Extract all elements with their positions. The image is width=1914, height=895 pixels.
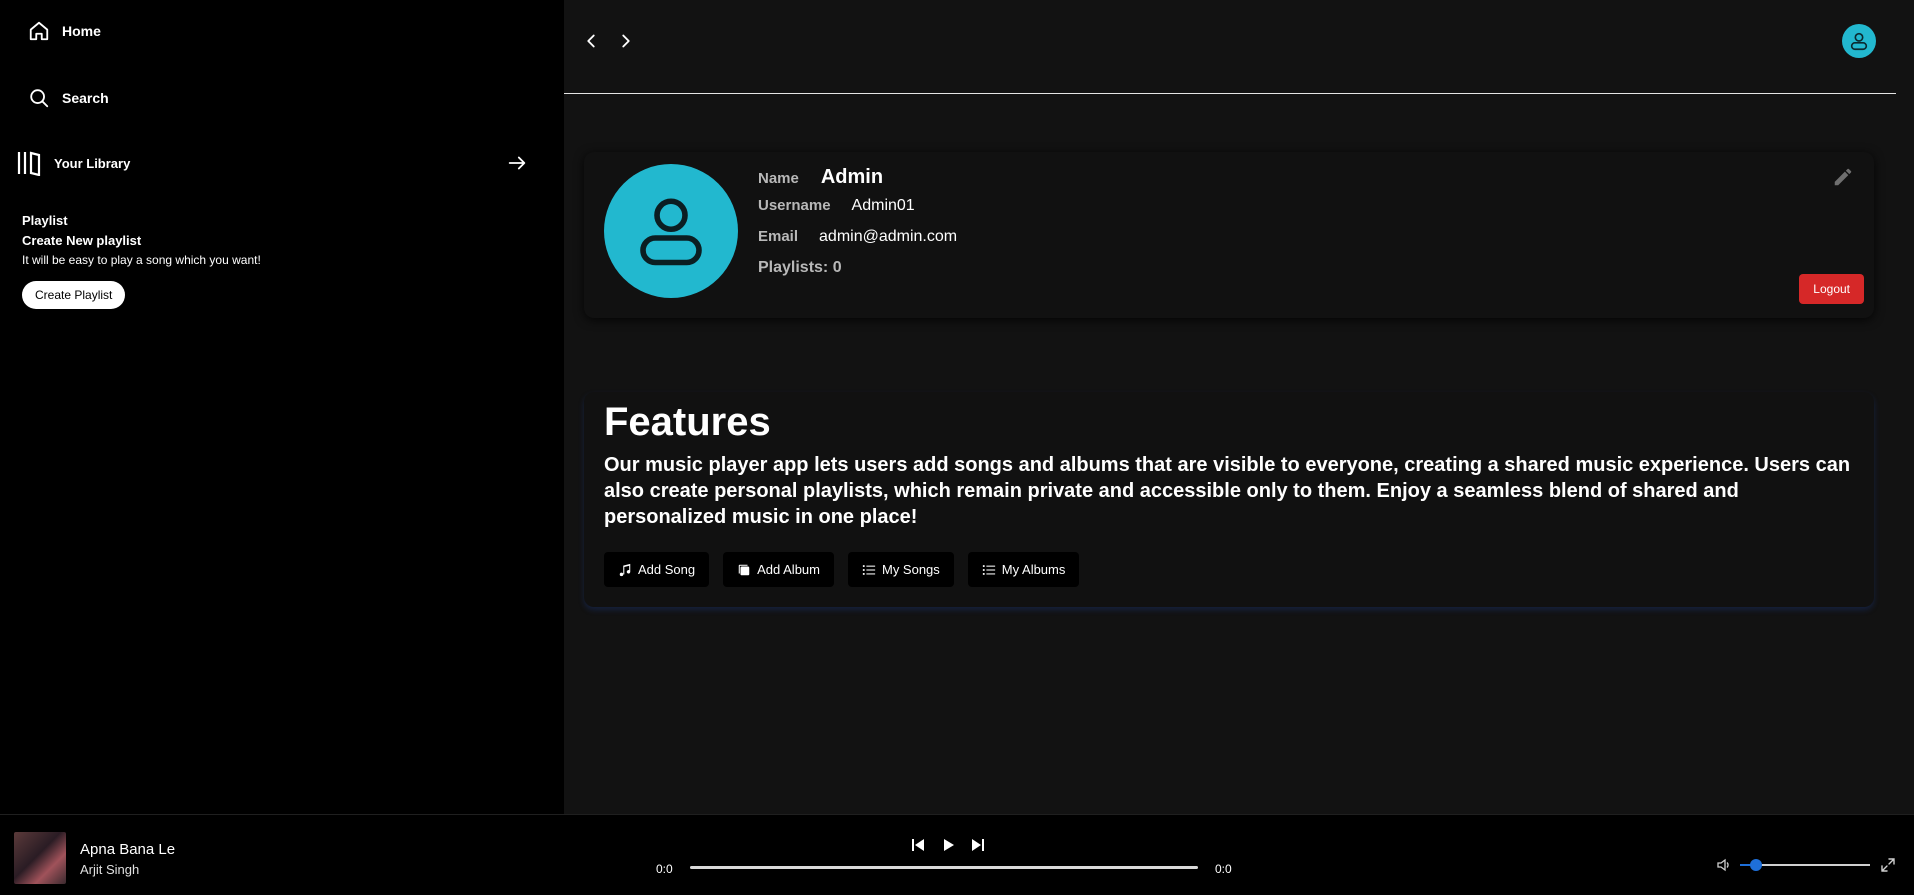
my-songs-label: My Songs: [881, 562, 940, 577]
progress-bar[interactable]: [690, 866, 1198, 869]
expand-icon[interactable]: [1880, 857, 1896, 873]
nav-home-label: Home: [62, 23, 101, 39]
add-album-label: Add Album: [757, 562, 820, 577]
album-cover: [14, 832, 66, 884]
volume-handle[interactable]: [1749, 859, 1762, 871]
features-actions: Add Song Add Album My Songs My Albums: [604, 552, 1080, 587]
profile-username: Admin01: [851, 197, 915, 214]
create-new-playlist-text: Create New playlist: [22, 233, 142, 248]
skip-previous-icon[interactable]: [910, 837, 926, 853]
search-icon: [30, 89, 49, 108]
add-song-label: Add Song: [638, 562, 696, 577]
volume-icon[interactable]: [1716, 857, 1732, 873]
features-description: Our music player app lets users add song…: [604, 454, 1851, 528]
profile-avatar: [604, 164, 738, 298]
my-songs-button[interactable]: My Songs: [847, 552, 954, 587]
nav-search-label: Search: [62, 90, 109, 106]
library-icon: [17, 151, 41, 176]
playlist-heading: Playlist: [22, 213, 68, 228]
album-icon: [738, 564, 750, 575]
features-card: Features Our music player app lets users…: [584, 392, 1874, 607]
library-header: Your Library: [16, 150, 528, 176]
create-playlist-button[interactable]: Create Playlist: [22, 281, 126, 309]
features-title: Features: [604, 400, 771, 444]
current-time: 0:0: [656, 862, 673, 876]
song-title: Apna Bana Le: [80, 841, 176, 858]
user-icon: [1850, 32, 1868, 51]
playback-controls: [910, 837, 986, 853]
name-label: Name: [758, 170, 799, 187]
top-bar: [564, 0, 1896, 94]
playlist-description: It will be easy to play a song which you…: [22, 253, 261, 267]
profile-info: Name Admin Username Admin01 Email admin@…: [758, 166, 957, 290]
logout-button[interactable]: Logout: [1799, 274, 1864, 304]
music-note-icon: [619, 563, 631, 576]
list-icon: [862, 564, 876, 575]
arrow-right-icon[interactable]: [506, 152, 528, 174]
profile-email: admin@admin.com: [819, 228, 958, 245]
chevron-right-icon[interactable]: [615, 30, 637, 52]
total-time: 0:0: [1215, 862, 1232, 876]
user-icon: [640, 198, 702, 266]
email-label: Email: [758, 228, 799, 245]
my-albums-button[interactable]: My Albums: [967, 552, 1080, 587]
song-artist: Arjit Singh: [80, 862, 140, 877]
volume-slider[interactable]: [1740, 859, 1870, 871]
play-icon[interactable]: [940, 837, 956, 853]
my-albums-label: My Albums: [1001, 562, 1066, 577]
pencil-icon[interactable]: [1832, 166, 1854, 188]
list-icon: [982, 564, 995, 575]
main-content: Name Admin Username Admin01 Email admin@…: [564, 0, 1914, 814]
home-icon: [29, 21, 49, 41]
nav-search[interactable]: Search: [28, 87, 109, 109]
library-label: Your Library: [54, 155, 131, 171]
playlist-promo: Playlist Create New playlist It will be …: [22, 213, 261, 309]
add-album-button[interactable]: Add Album: [723, 552, 834, 587]
skip-next-icon[interactable]: [970, 837, 986, 853]
sidebar: Home Search Your Library Playlist Create…: [0, 0, 564, 814]
username-label: Username: [758, 197, 831, 214]
library-button[interactable]: Your Library: [16, 150, 130, 176]
profile-card: Name Admin Username Admin01 Email admin@…: [584, 152, 1874, 318]
chevron-left-icon[interactable]: [580, 30, 602, 52]
add-song-button[interactable]: Add Song: [604, 552, 710, 587]
player-bar: Apna Bana Le Arjit Singh 0:0 0:0: [0, 814, 1914, 895]
profile-name: Admin: [820, 166, 884, 188]
user-avatar-button[interactable]: [1842, 24, 1876, 58]
nav-home[interactable]: Home: [28, 20, 101, 42]
profile-playlists-count: Playlists: 0: [758, 259, 842, 276]
